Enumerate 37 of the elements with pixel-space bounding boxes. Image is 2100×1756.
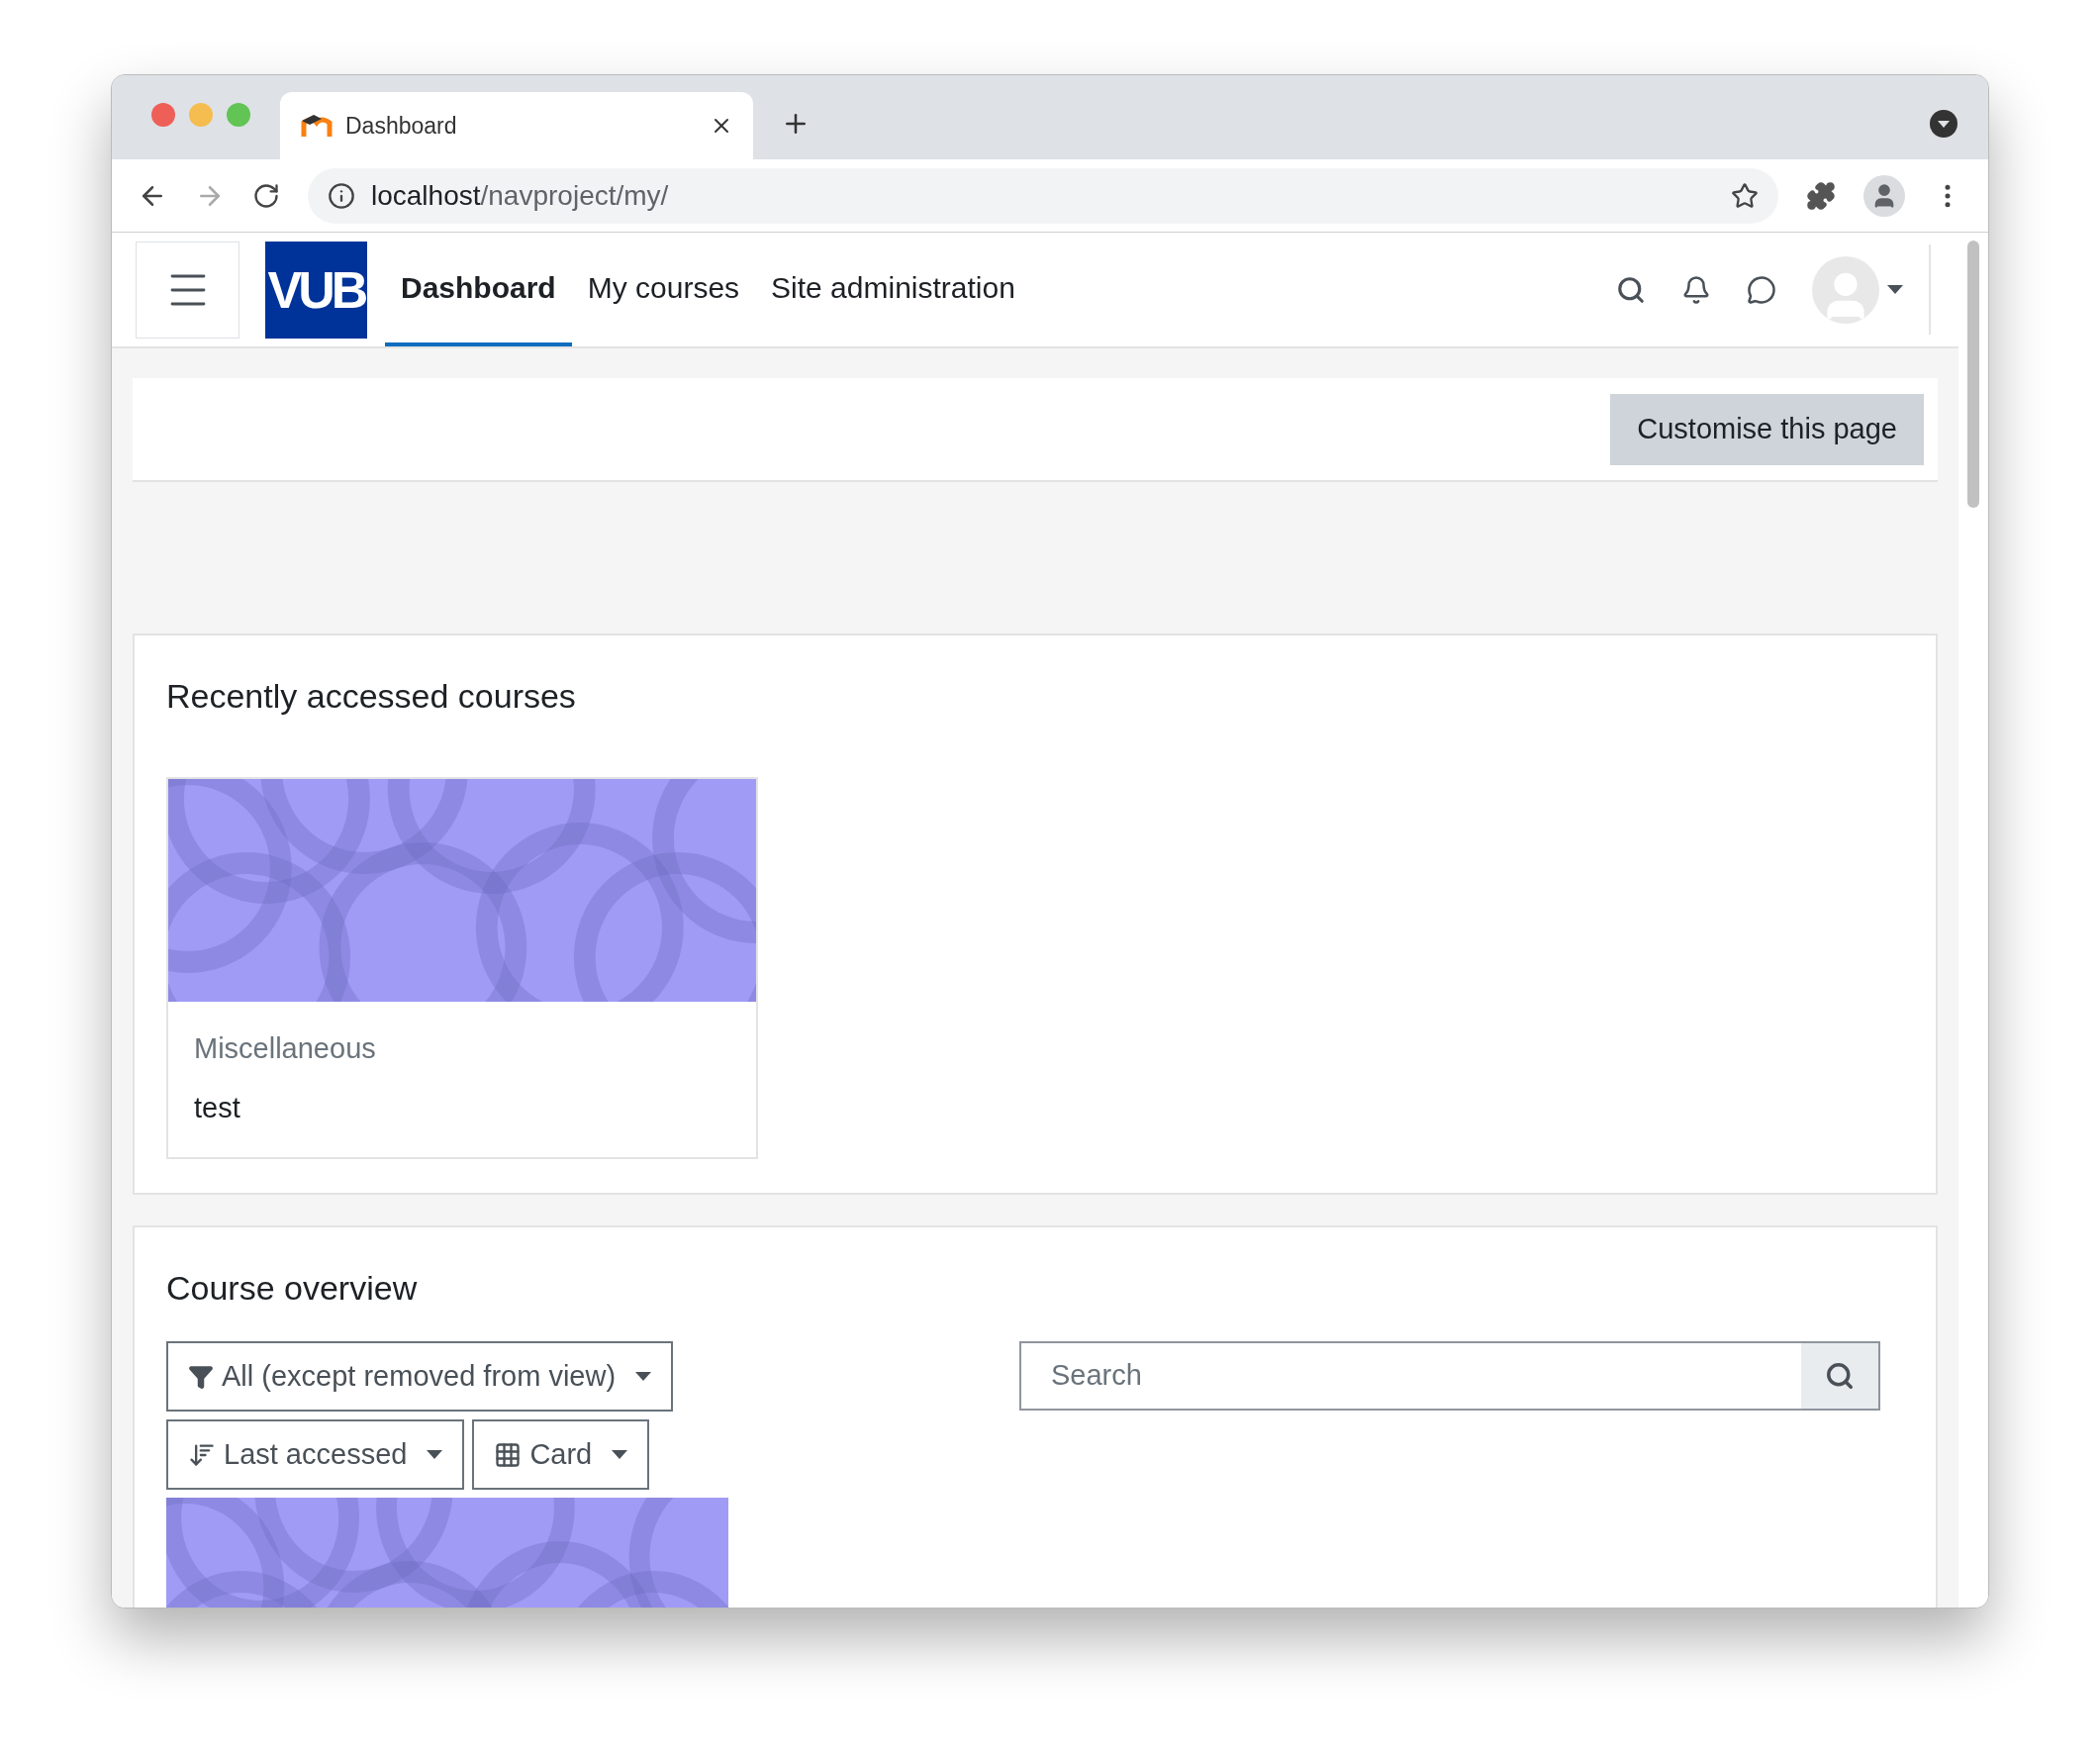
tab-title: Dashboard (345, 111, 458, 141)
site-logo[interactable]: VUB (265, 241, 367, 339)
filter-dropdown[interactable]: All (except removed from view) (166, 1341, 674, 1412)
course-card[interactable]: Miscellaneous test (166, 777, 758, 1159)
notifications-bell-icon[interactable] (1681, 274, 1711, 305)
search-submit-button[interactable] (1801, 1343, 1878, 1409)
nav-link[interactable]: My courses (571, 233, 756, 346)
bookmark-star-icon[interactable] (1731, 181, 1759, 210)
caret-icon (1887, 284, 1903, 295)
scrollbar[interactable] (1958, 233, 1988, 1608)
sort-dropdown[interactable]: Last accessed (166, 1419, 465, 1490)
course-name[interactable]: test (194, 1086, 730, 1129)
search-icon[interactable] (1616, 274, 1646, 305)
extensions-icon[interactable] (1806, 180, 1836, 211)
filter-icon (188, 1363, 214, 1390)
tab-search-icon[interactable] (1929, 108, 1958, 139)
browser-tab[interactable]: Dashboard (280, 92, 753, 159)
caret-icon (612, 1449, 628, 1460)
nav-link[interactable]: Dashboard (385, 233, 572, 346)
site-info-icon (328, 181, 355, 210)
reload-icon[interactable] (252, 181, 280, 210)
nav-link[interactable]: Site administration (755, 233, 1031, 346)
customise-page-button[interactable]: Customise this page (1610, 393, 1924, 465)
block-title: Recently accessed courses (166, 676, 577, 717)
messages-icon[interactable] (1747, 274, 1776, 305)
caret-icon (635, 1371, 652, 1382)
search-icon (1825, 1361, 1855, 1391)
view-dropdown[interactable]: Card (472, 1419, 650, 1490)
url-text: localhost/navproject/my/ (371, 178, 670, 213)
block-title: Course overview (166, 1268, 419, 1309)
moodle-logo-icon (300, 113, 334, 139)
course-category: Miscellaneous (194, 1031, 377, 1066)
caret-icon (427, 1449, 443, 1460)
close-window-icon[interactable] (151, 102, 175, 127)
profile-avatar[interactable] (1863, 174, 1905, 217)
grid-icon (494, 1440, 523, 1469)
address-bar[interactable]: localhost/navproject/my/ (308, 167, 1778, 224)
